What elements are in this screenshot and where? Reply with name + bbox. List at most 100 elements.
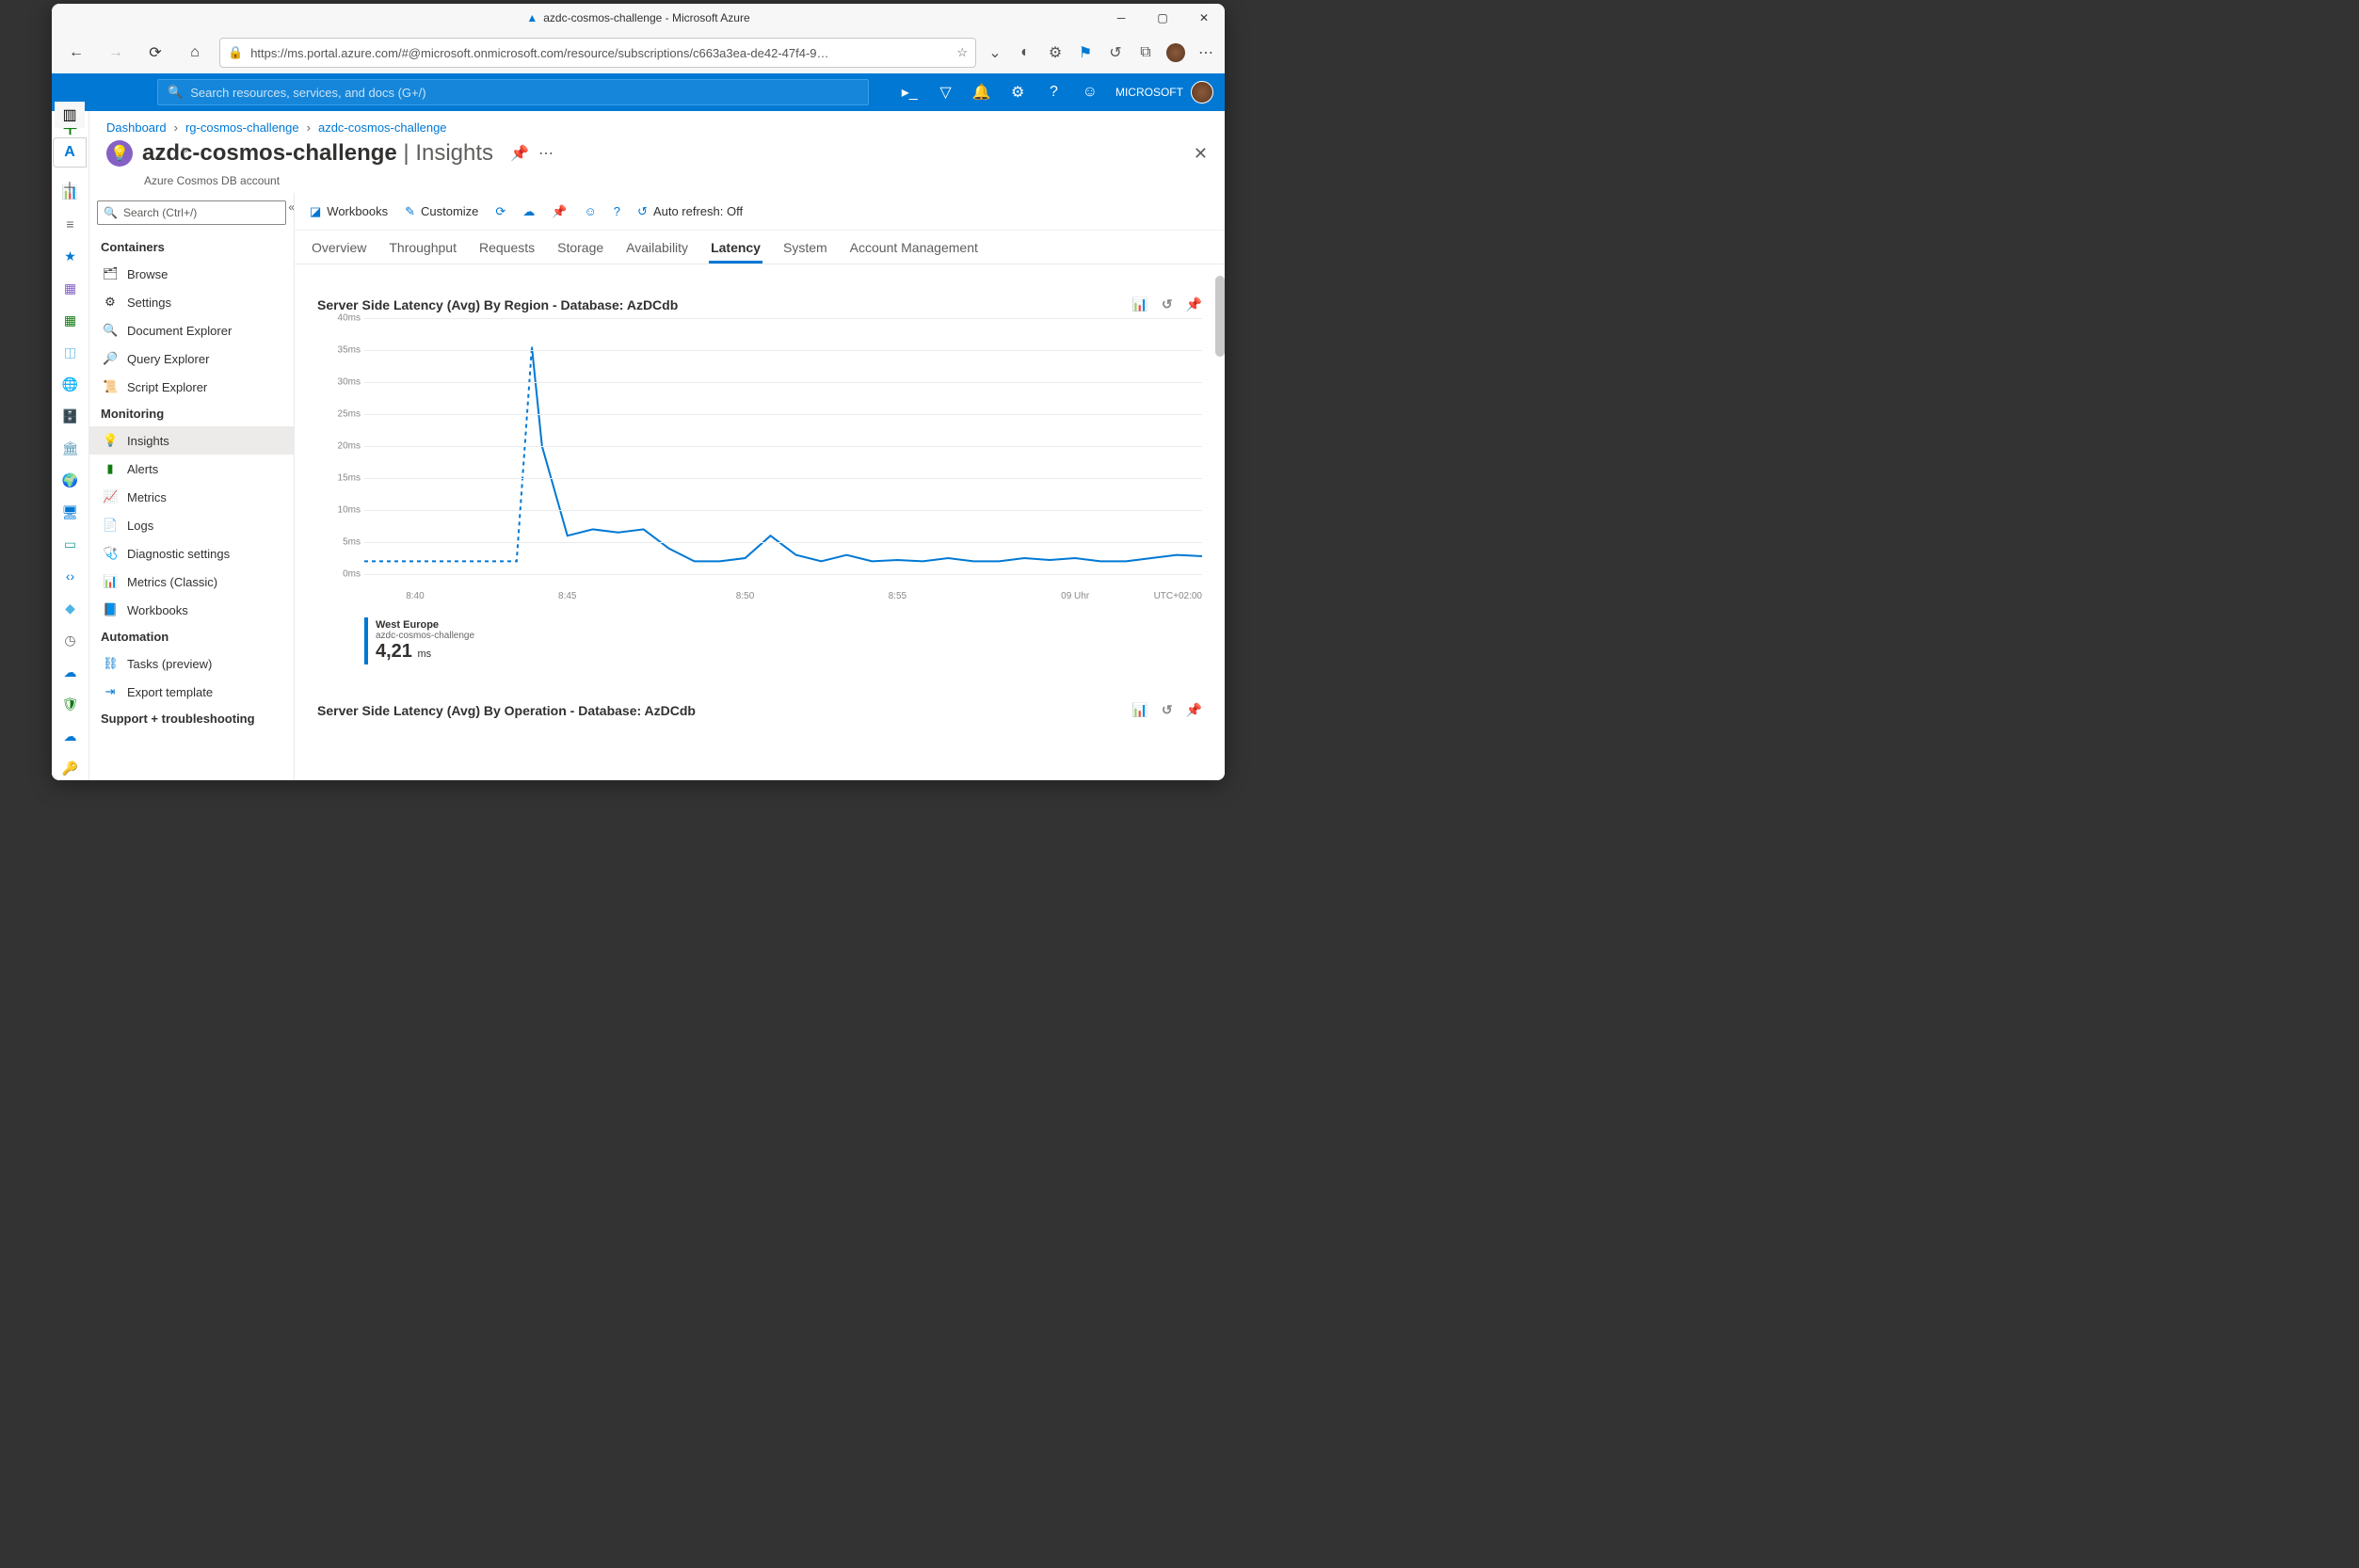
resources-purple-icon[interactable]: ▦ — [59, 277, 82, 299]
nav-section-monitoring: Monitoring — [89, 401, 294, 426]
code-icon[interactable]: ‹› — [59, 565, 82, 587]
forward-button[interactable]: → — [101, 38, 131, 68]
cmd-refresh[interactable]: ⟳ — [495, 204, 506, 219]
key-icon[interactable]: 🔑 — [59, 757, 82, 779]
tab-latency[interactable]: Latency — [709, 234, 762, 264]
history-icon[interactable]: ↺ — [1162, 702, 1173, 718]
gear-icon: ⚙ — [103, 295, 118, 310]
cmd-workbooks[interactable]: ◪Workbooks — [310, 204, 388, 219]
monitor-icon[interactable]: 🖥 — [59, 501, 82, 523]
reload-button[interactable]: ⟳ — [140, 38, 170, 68]
more-icon[interactable]: ⋯ — [1196, 43, 1215, 62]
tab-overview[interactable]: Overview — [310, 234, 368, 264]
gauge-icon[interactable]: ◷ — [59, 629, 82, 651]
filter-icon[interactable]: ▽ — [935, 79, 955, 105]
shield-icon[interactable]: 🛡 — [59, 693, 82, 715]
tab-throughput[interactable]: Throughput — [387, 234, 458, 264]
nav-item-tasks[interactable]: ⛓Tasks (preview) — [89, 649, 294, 678]
feedback-icon[interactable]: ☺ — [1080, 79, 1100, 105]
cloudshell-icon[interactable]: ▸_ — [899, 79, 920, 105]
cmd-autorefresh[interactable]: ↺Auto refresh: Off — [637, 204, 743, 219]
nav-item-insights[interactable]: 💡Insights — [89, 426, 294, 455]
nav-item-metrics[interactable]: 📈Metrics — [89, 483, 294, 511]
metrics-icon[interactable]: 📊 — [1131, 296, 1147, 312]
gem-icon[interactable]: ◆ — [59, 597, 82, 619]
favorite-icon[interactable]: ☆ — [956, 45, 968, 60]
active-tab-azure[interactable]: A — [53, 137, 87, 168]
globe-icon[interactable]: 🌐 — [59, 373, 82, 395]
cmd-pin[interactable]: 📌 — [552, 204, 567, 219]
resources-green-icon[interactable]: ▦ — [59, 309, 82, 331]
nav-item-document-explorer[interactable]: 🔍Document Explorer — [89, 316, 294, 344]
ext1-icon[interactable]: ◐ — [1016, 43, 1035, 62]
minimize-button[interactable]: ─ — [1100, 4, 1142, 32]
nav-item-diagnostic-settings[interactable]: 🩺Diagnostic settings — [89, 539, 294, 568]
doc-explorer-icon: 🔍 — [103, 323, 118, 338]
back-button[interactable]: ← — [61, 38, 91, 68]
resource-nav-search[interactable]: 🔍 Search (Ctrl+/) — [97, 200, 286, 225]
vertical-tabs-icon[interactable]: ▥ — [55, 102, 85, 128]
nav-item-query-explorer[interactable]: 🔎Query Explorer — [89, 344, 294, 373]
chart-header-icons: 📊 ↺ 📌 — [1131, 296, 1202, 312]
metrics-icon[interactable]: 📊 — [1131, 702, 1147, 718]
breadcrumb-rg[interactable]: rg-cosmos-challenge — [185, 120, 299, 135]
maximize-button[interactable]: ▢ — [1142, 4, 1183, 32]
world-icon[interactable]: 🌍 — [59, 469, 82, 491]
home-button[interactable]: ⌂ — [180, 38, 210, 68]
pin-icon[interactable]: 📌 — [510, 144, 529, 163]
pin-chart-icon[interactable]: 📌 — [1186, 702, 1202, 718]
history-icon[interactable]: ↺ — [1106, 43, 1125, 62]
url-bar[interactable]: 🔒 https://ms.portal.azure.com/#@microsof… — [219, 38, 976, 68]
nav-item-metrics-classic[interactable]: 📊Metrics (Classic) — [89, 568, 294, 596]
cmd-help[interactable]: ? — [614, 204, 620, 218]
ext3-icon[interactable]: ⚑ — [1076, 43, 1095, 62]
more-dots-icon[interactable]: ⋯ — [538, 144, 554, 163]
nav-item-settings[interactable]: ⚙Settings — [89, 288, 294, 316]
nav-item-script-explorer[interactable]: 📜Script Explorer — [89, 373, 294, 401]
settings-icon[interactable]: ⚙ — [1007, 79, 1028, 105]
azure-search-input[interactable] — [190, 86, 859, 100]
expand-nav-icon[interactable]: » — [182, 142, 188, 156]
storage-icon[interactable]: 🏛 — [59, 437, 82, 459]
teal-icon[interactable]: ▭ — [59, 533, 82, 555]
breadcrumb-resource[interactable]: azdc-cosmos-challenge — [318, 120, 447, 135]
avatar — [1191, 81, 1213, 104]
cmd-cloud[interactable]: ☁ — [522, 204, 535, 219]
sql-icon[interactable]: 🗄️ — [59, 405, 82, 427]
close-blade-button[interactable]: ✕ — [1194, 144, 1208, 164]
profile-icon[interactable] — [1166, 43, 1185, 62]
ext2-icon[interactable]: ⚙ — [1046, 43, 1065, 62]
tab-account-management[interactable]: Account Management — [848, 234, 980, 264]
pocket-icon[interactable]: ⌄ — [986, 43, 1004, 62]
collections-icon[interactable]: ⧉ — [1136, 43, 1155, 62]
collapse-nav-icon[interactable]: « — [288, 200, 295, 214]
cloud-down-icon[interactable]: ☁ — [59, 725, 82, 747]
nav-item-browse[interactable]: 🗂Browse — [89, 260, 294, 288]
favorites-star-icon[interactable]: ★ — [59, 245, 82, 267]
tab-requests[interactable]: Requests — [477, 234, 537, 264]
scrollbar-thumb[interactable] — [1215, 276, 1225, 357]
tab-storage[interactable]: Storage — [555, 234, 605, 264]
cmd-customize[interactable]: ✎Customize — [405, 204, 478, 219]
pin-chart-icon[interactable]: 📌 — [1186, 296, 1202, 312]
cloud-up-icon[interactable]: ☁ — [59, 661, 82, 683]
help-icon[interactable]: ? — [1043, 79, 1064, 105]
nav-item-workbooks[interactable]: 📘Workbooks — [89, 596, 294, 624]
nav-item-logs[interactable]: 📄Logs — [89, 511, 294, 539]
notifications-icon[interactable]: 🔔 — [971, 79, 992, 105]
history-icon[interactable]: ↺ — [1162, 296, 1173, 312]
new-tab-button[interactable]: ＋ — [56, 173, 83, 200]
all-services-icon[interactable]: ≡ — [59, 213, 82, 235]
tab-availability[interactable]: Availability — [624, 234, 690, 264]
command-bar: ◪Workbooks ✎Customize ⟳ ☁ 📌 ☺ ? ↺Auto re… — [295, 193, 1225, 231]
nav-item-export-template[interactable]: ⇥Export template — [89, 678, 294, 706]
breadcrumb-dashboard[interactable]: Dashboard — [106, 120, 167, 135]
close-button[interactable]: ✕ — [1183, 4, 1225, 32]
nav-item-alerts[interactable]: ▮Alerts — [89, 455, 294, 483]
app-services-icon[interactable]: ◫ — [59, 341, 82, 363]
legend-avg: 4,21 ms — [376, 641, 1195, 663]
account-area[interactable]: MICROSOFT — [1115, 81, 1213, 104]
azure-search[interactable]: 🔍 — [157, 79, 869, 105]
tab-system[interactable]: System — [781, 234, 829, 264]
cmd-feedback[interactable]: ☺ — [585, 204, 597, 218]
